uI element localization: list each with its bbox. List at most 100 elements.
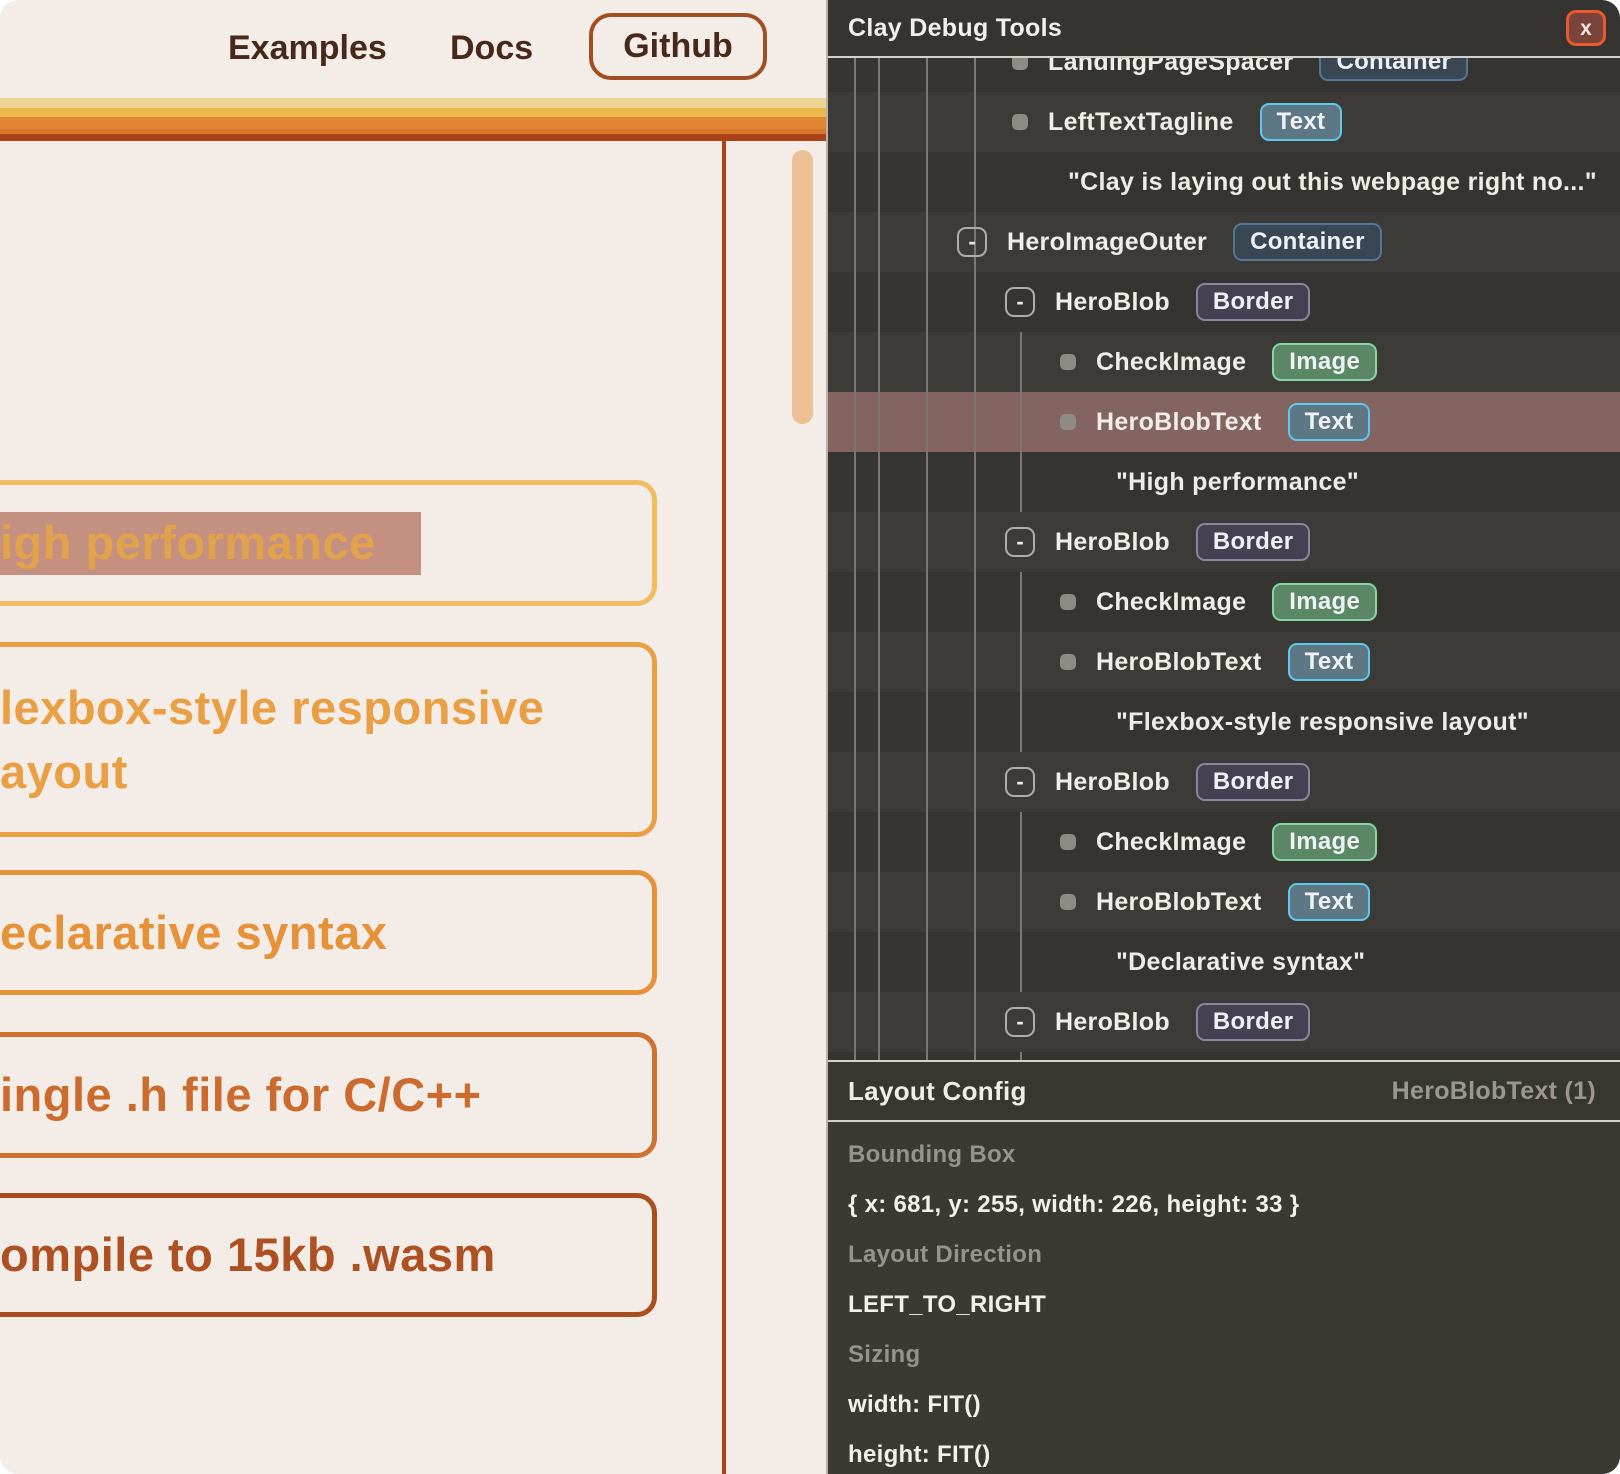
element-type-badge: Text bbox=[1260, 103, 1343, 141]
tree-string-content: "Flexbox-style responsive layout" bbox=[1116, 708, 1529, 737]
element-type-badge: Container bbox=[1233, 223, 1382, 261]
clay-debug-panel: Clay Debug Tools x LandingPageSpacer Cont… bbox=[826, 0, 1620, 1474]
collapse-button[interactable]: - bbox=[957, 227, 987, 257]
tree-node-label: HeroImageOuter bbox=[1007, 228, 1207, 257]
close-button[interactable]: x bbox=[1566, 10, 1606, 46]
content-divider-line bbox=[722, 141, 726, 1474]
tree-node-row[interactable]: HeroBlobText Text bbox=[828, 632, 1620, 692]
feature-blob-line: ayout bbox=[0, 740, 665, 804]
indent-guide bbox=[854, 58, 856, 1060]
collapse-button[interactable]: - bbox=[1005, 767, 1035, 797]
feature-blob-line: ingle .h file for C/C++ bbox=[0, 1063, 665, 1127]
debug-panel-header: Clay Debug Tools x bbox=[828, 0, 1620, 58]
close-icon: x bbox=[1580, 18, 1592, 39]
tree-string-content: "Declarative syntax" bbox=[1116, 948, 1365, 977]
layout-config-title: Layout Config bbox=[848, 1076, 1027, 1107]
element-tree: LandingPageSpacer Container LeftTextTaglin… bbox=[828, 58, 1620, 1060]
tree-node-row[interactable]: HeroBlobText Text bbox=[828, 872, 1620, 932]
tree-string-row: "Flexbox-style responsive layout" bbox=[828, 692, 1620, 752]
tree-node-label: HeroBlobText bbox=[1096, 648, 1262, 677]
tree-string-content: "Clay is laying out this webpage right n… bbox=[1068, 168, 1597, 197]
collapse-button[interactable]: - bbox=[1005, 527, 1035, 557]
config-prop-label: Bounding Box bbox=[848, 1130, 1620, 1180]
indent-guide bbox=[1020, 1052, 1022, 1060]
element-type-badge: Text bbox=[1288, 883, 1371, 921]
feature-blob-text: eclarative syntax bbox=[0, 870, 665, 995]
tree-node-row[interactable]: -HeroBlob Border bbox=[828, 272, 1620, 332]
element-type-badge: Container bbox=[1319, 58, 1468, 81]
feature-blob-text: igh performance bbox=[0, 480, 665, 606]
tree-string-content: "High performance" bbox=[1116, 468, 1359, 497]
feature-blob-line: lexbox-style responsive bbox=[0, 676, 665, 740]
config-prop-value: height: FIT() bbox=[848, 1430, 1620, 1474]
feature-blob-line: igh performance bbox=[0, 511, 665, 575]
config-prop-value: { x: 681, y: 255, width: 226, height: 33… bbox=[848, 1180, 1620, 1230]
leaf-bullet-icon bbox=[1060, 414, 1076, 430]
config-prop-value: width: FIT() bbox=[848, 1380, 1620, 1430]
github-button[interactable]: Github bbox=[589, 13, 767, 80]
leaf-bullet-icon bbox=[1060, 654, 1076, 670]
config-prop-value: LEFT_TO_RIGHT bbox=[848, 1280, 1620, 1330]
element-type-badge: Text bbox=[1288, 643, 1371, 681]
element-type-badge: Text bbox=[1288, 403, 1371, 441]
tree-string-row: "Declarative syntax" bbox=[828, 932, 1620, 992]
indent-guide bbox=[878, 58, 880, 1060]
feature-blob-text: ingle .h file for C/C++ bbox=[0, 1032, 665, 1158]
tree-node-label: HeroBlob bbox=[1055, 768, 1170, 797]
config-prop-label: Sizing bbox=[848, 1330, 1620, 1380]
leaf-bullet-icon bbox=[1060, 894, 1076, 910]
tree-node-label: HeroBlobText bbox=[1096, 888, 1262, 917]
indent-guide bbox=[1020, 332, 1022, 512]
app-window: Examples Docs Github igh performance lexb… bbox=[0, 0, 1620, 1474]
nav-link-docs[interactable]: Docs bbox=[450, 29, 533, 68]
page-scrollbar-thumb[interactable] bbox=[792, 150, 813, 424]
layout-config-props: Bounding Box{ x: 681, y: 255, width: 226… bbox=[828, 1122, 1620, 1474]
feature-blob-line: ompile to 15kb .wasm bbox=[0, 1223, 665, 1287]
element-type-badge: Border bbox=[1196, 523, 1310, 561]
tree-node-label: CheckImage bbox=[1096, 348, 1246, 377]
element-type-badge: Border bbox=[1196, 763, 1310, 801]
collapse-button[interactable]: - bbox=[1005, 287, 1035, 317]
tree-node-row[interactable]: LeftTextTagline Text bbox=[828, 92, 1620, 152]
config-prop-label: Layout Direction bbox=[848, 1230, 1620, 1280]
tree-node-row[interactable]: HeroBlobText Text bbox=[828, 392, 1620, 452]
tree-node-row[interactable]: -HeroBlob Border bbox=[828, 752, 1620, 812]
tree-node-row[interactable]: -HeroBlob Border bbox=[828, 992, 1620, 1052]
tree-string-row: "High performance" bbox=[828, 452, 1620, 512]
tree-node-row[interactable]: CheckImage Image bbox=[828, 572, 1620, 632]
tree-node-row[interactable]: CheckImageImage bbox=[828, 332, 1620, 392]
element-type-badge: Border bbox=[1196, 1003, 1310, 1041]
indent-guide bbox=[926, 58, 928, 1060]
tree-node-row[interactable]: -HeroImageOuter Container bbox=[828, 212, 1620, 272]
panel-title: Clay Debug Tools bbox=[848, 14, 1566, 43]
feature-blob-text: ompile to 15kb .wasm bbox=[0, 1193, 665, 1317]
tree-node-label: HeroBlob bbox=[1055, 288, 1170, 317]
element-type-badge: Border bbox=[1196, 283, 1310, 321]
tree-node-label: HeroBlob bbox=[1055, 528, 1170, 557]
tree-node-label: LandingPageSpacer bbox=[1048, 58, 1293, 77]
feature-blob-line: eclarative syntax bbox=[0, 901, 665, 965]
collapse-button[interactable]: - bbox=[1005, 1007, 1035, 1037]
tree-node-label: CheckImage bbox=[1096, 588, 1246, 617]
tree-node-label: HeroBlobText bbox=[1096, 408, 1262, 437]
layout-config-header: Layout Config HeroBlobText (1) bbox=[828, 1060, 1620, 1122]
leaf-bullet-icon bbox=[1060, 594, 1076, 610]
tree-node-row[interactable]: -HeroBlob Border bbox=[828, 512, 1620, 572]
tree-node-row[interactable]: LandingPageSpacer Container bbox=[828, 58, 1620, 92]
element-type-badge: Image bbox=[1272, 823, 1377, 861]
indent-guide bbox=[974, 58, 976, 1060]
indent-guide bbox=[1020, 572, 1022, 752]
feature-blob-text: lexbox-style responsiveayout bbox=[0, 642, 665, 837]
tree-string-row: "Clay is laying out this webpage right n… bbox=[828, 152, 1620, 212]
selected-element-label: HeroBlobText (1) bbox=[1392, 1077, 1596, 1106]
leaf-bullet-icon bbox=[1060, 834, 1076, 850]
leaf-bullet-icon bbox=[1012, 114, 1028, 130]
leaf-bullet-icon bbox=[1060, 354, 1076, 370]
nav-link-examples[interactable]: Examples bbox=[228, 29, 387, 68]
tree-node-label: LeftTextTagline bbox=[1048, 108, 1234, 137]
leaf-bullet-icon bbox=[1012, 58, 1028, 70]
tree-node-label: HeroBlob bbox=[1055, 1008, 1170, 1037]
tree-node-row[interactable]: CheckImageImage bbox=[828, 812, 1620, 872]
indent-guide bbox=[1020, 812, 1022, 992]
element-type-badge: Image bbox=[1272, 583, 1377, 621]
